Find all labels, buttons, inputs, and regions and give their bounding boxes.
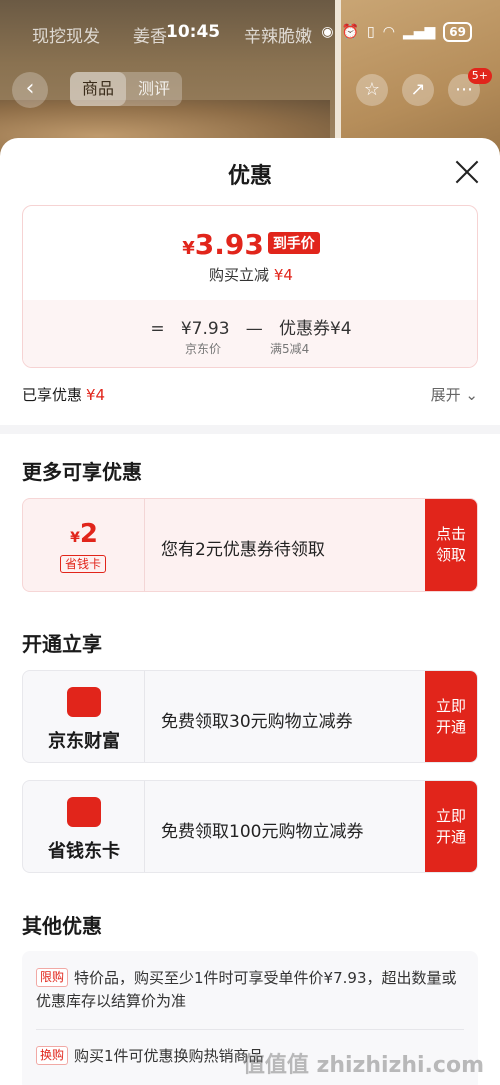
final-price-area: ¥3.93 到手价 购买立减 ¥4 [23, 206, 477, 300]
coupon-text: 您有2元优惠券待领取 [161, 540, 325, 560]
jd-price-label: 京东价 [185, 342, 222, 356]
expand-button[interactable]: 展开 ⌄ [431, 384, 478, 405]
enjoyed-value: ¥4 [86, 386, 106, 404]
watermark: 值值值 zhizhizhi.com [242, 1053, 484, 1078]
sheet-title: 优惠 [227, 164, 272, 189]
reduce-label: 购买立减 [209, 266, 270, 284]
vibrate-icon: ▯ [367, 24, 375, 40]
offer-text: 免费领取30元购物立减券 [161, 712, 353, 732]
reduce-value: ¥4 [273, 266, 293, 284]
limit-tag: 限购 [36, 968, 69, 987]
status-icons: ◉ ⏰ ▯ ◠ ▂▄▆ 69 [321, 22, 472, 42]
coupon-label: 优惠券 [278, 319, 330, 339]
chevron-down-icon: ⌄ [465, 386, 478, 404]
section-divider [0, 425, 500, 434]
activate-button[interactable]: 立即开通 [425, 781, 477, 872]
list-item-text: 购买1件可优惠换购热销商品 [74, 1047, 264, 1065]
offer-text: 免费领取100元购物立减券 [161, 822, 364, 842]
close-icon[interactable] [454, 158, 480, 184]
tab-review[interactable]: 测评 [126, 72, 182, 106]
brand-block: 省钱东卡 [23, 781, 145, 872]
nav-actions: ☆ ↗ ⋯ [356, 74, 480, 106]
coupon-card-tag: 省钱卡 [60, 555, 107, 573]
section-title-open: 开通立享 [22, 632, 102, 656]
eye-icon: ◉ [321, 24, 334, 40]
wallet-icon [67, 687, 101, 717]
tab-product[interactable]: 商品 [70, 72, 126, 106]
signal-icon: ▂▄▆ [402, 24, 436, 40]
coupon-amount: 2 [79, 519, 98, 549]
enjoyed-label: 已享优惠 [22, 386, 83, 404]
back-icon[interactable]: ‹ [12, 72, 48, 108]
coupon-rule: 满5减4 [270, 342, 310, 356]
exchange-tag: 换购 [36, 1046, 69, 1065]
claim-coupon-button[interactable]: 点击领取 [425, 499, 477, 591]
final-price: 3.93 [194, 228, 264, 261]
status-time: 10:45 [166, 22, 221, 42]
activate-button[interactable]: 立即开通 [425, 671, 477, 762]
list-item-text: 特价品，购买至少1件时可享受单件价¥7.93，超出数量或优惠库存以结算价为准 [36, 969, 457, 1010]
brand-name: 省钱东卡 [48, 841, 120, 862]
cart-badge: 5+ [467, 68, 492, 84]
battery-icon: 69 [443, 22, 472, 42]
divider [36, 1029, 464, 1030]
wifi-icon: ◠ [382, 24, 395, 40]
jd-price: ¥7.93 [180, 319, 230, 339]
enjoyed-row: 已享优惠 ¥4 展开 ⌄ [22, 384, 478, 406]
section-title-more: 更多可享优惠 [22, 460, 142, 484]
brand-name: 京东财富 [48, 731, 120, 752]
coupon-amount-block: ¥2 省钱卡 [23, 499, 145, 591]
product-backdrop: 现挖现发 姜香 辛辣脆嫩 10:45 ◉ ⏰ ▯ ◠ ▂▄▆ 69 ‹ 商品 测… [0, 0, 500, 160]
open-offer-card[interactable]: 京东财富 免费领取30元购物立减券 立即开通 [22, 670, 478, 763]
open-offer-card[interactable]: 省钱东卡 免费领取100元购物立减券 立即开通 [22, 780, 478, 873]
coupon-offer-card[interactable]: ¥2 省钱卡 您有2元优惠券待领取 点击领取 [22, 498, 478, 592]
price-summary-card: ¥3.93 到手价 购买立减 ¥4 = ¥7.93 — 优惠券¥4 京东价 满5减… [22, 205, 478, 368]
brand-block: 京东财富 [23, 671, 145, 762]
list-item: 限购 特价品，购买至少1件时可享受单件价¥7.93，超出数量或优惠库存以结算价为准 [36, 967, 464, 1013]
price-formula: = ¥7.93 — 优惠券¥4 京东价 满5减4 [23, 300, 477, 367]
share-icon[interactable]: ↗ [402, 74, 434, 106]
status-bar: 10:45 ◉ ⏰ ▯ ◠ ▂▄▆ 69 [0, 22, 500, 48]
segment-control: 商品 测评 [70, 72, 182, 106]
alarm-icon: ⏰ [341, 24, 360, 40]
coupon-yen: ¥ [70, 530, 80, 546]
minus-sign: — [245, 319, 263, 339]
expand-label: 展开 [430, 386, 461, 404]
card-icon [67, 797, 101, 827]
section-title-other: 其他优惠 [22, 914, 102, 938]
product-nav: ‹ 商品 测评 ☆ ↗ ⋯ 5+ [0, 68, 500, 108]
coupon-value: ¥4 [329, 319, 352, 339]
discount-sheet: 优惠 ¥3.93 到手价 购买立减 ¥4 = ¥7.93 — 优惠券¥4 京东价 … [0, 138, 500, 1085]
final-price-tag: 到手价 [267, 232, 320, 254]
currency-symbol: ¥ [182, 238, 195, 259]
equals-sign: = [150, 319, 165, 339]
favorite-star-icon[interactable]: ☆ [356, 74, 388, 106]
